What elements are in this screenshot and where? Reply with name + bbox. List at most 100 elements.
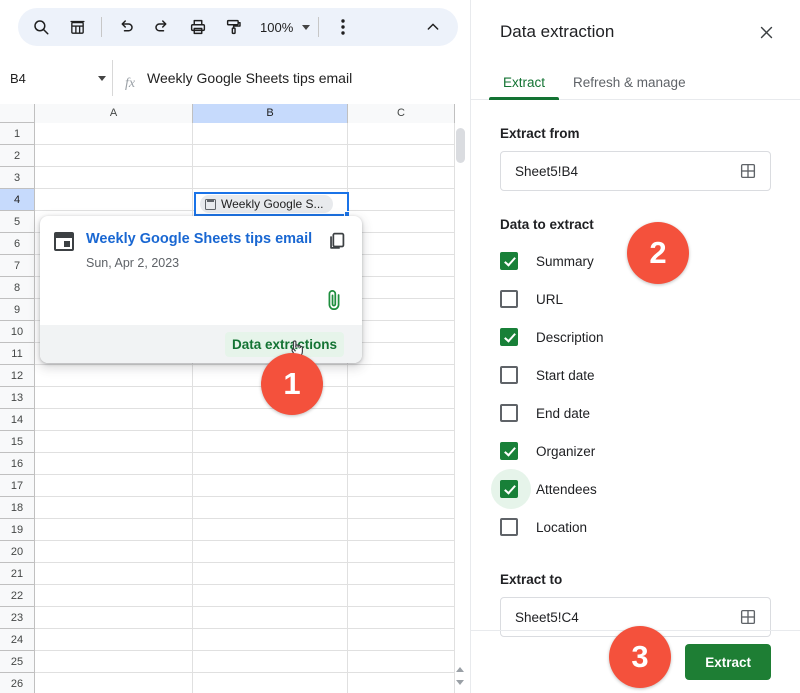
cell-B23[interactable]	[193, 607, 348, 629]
row-header-16[interactable]: 16	[0, 453, 34, 475]
cell-C12[interactable]	[348, 365, 455, 387]
row-header-23[interactable]: 23	[0, 607, 34, 629]
cell-A3[interactable]	[35, 167, 193, 189]
cell-A21[interactable]	[35, 563, 193, 585]
row-header-10[interactable]: 10	[0, 321, 34, 343]
formula-input[interactable]: Weekly Google Sheets tips email	[147, 70, 470, 86]
vertical-scrollbar-thumb[interactable]	[456, 128, 465, 163]
cell-A14[interactable]	[35, 409, 193, 431]
copy-icon[interactable]	[326, 230, 348, 252]
cell-A15[interactable]	[35, 431, 193, 453]
cell-C14[interactable]	[348, 409, 455, 431]
cell-C24[interactable]	[348, 629, 455, 651]
cell-C10[interactable]	[348, 321, 455, 343]
column-header-b[interactable]: B	[193, 104, 348, 123]
checkbox-summary[interactable]	[500, 252, 518, 270]
vertical-scrollbar-track[interactable]	[454, 124, 466, 664]
row-header-11[interactable]: 11	[0, 343, 34, 365]
cell-A2[interactable]	[35, 145, 193, 167]
row-header-14[interactable]: 14	[0, 409, 34, 431]
cell-C22[interactable]	[348, 585, 455, 607]
cell-B14[interactable]	[193, 409, 348, 431]
row-header-20[interactable]: 20	[0, 541, 34, 563]
selected-cell-b4[interactable]: Weekly Google S...	[194, 192, 349, 216]
select-range-icon[interactable]	[736, 159, 760, 183]
cell-B15[interactable]	[193, 431, 348, 453]
extract-button[interactable]: Extract	[685, 644, 771, 680]
row-header-9[interactable]: 9	[0, 299, 34, 321]
print-icon[interactable]	[183, 12, 213, 42]
cell-A18[interactable]	[35, 497, 193, 519]
checkbox-row-attendees[interactable]: Attendees	[491, 469, 771, 509]
checkbox-row-end-date[interactable]: End date	[500, 394, 771, 432]
cell-B21[interactable]	[193, 563, 348, 585]
cell-B16[interactable]	[193, 453, 348, 475]
select-range-icon[interactable]	[736, 605, 760, 629]
cell-B19[interactable]	[193, 519, 348, 541]
row-header-6[interactable]: 6	[0, 233, 34, 255]
cell-A1[interactable]	[35, 123, 193, 145]
cell-A12[interactable]	[35, 365, 193, 387]
cell-C9[interactable]	[348, 299, 455, 321]
row-header-5[interactable]: 5	[0, 211, 34, 233]
cell-C17[interactable]	[348, 475, 455, 497]
row-header-2[interactable]: 2	[0, 145, 34, 167]
cell-B25[interactable]	[193, 651, 348, 673]
row-header-25[interactable]: 25	[0, 651, 34, 673]
checkbox-row-description[interactable]: Description	[500, 318, 771, 356]
cell-C1[interactable]	[348, 123, 455, 145]
cell-C25[interactable]	[348, 651, 455, 673]
cell-A26[interactable]	[35, 673, 193, 693]
more-options-icon[interactable]	[328, 12, 358, 42]
column-header-c[interactable]: C	[348, 104, 455, 123]
paint-format-icon[interactable]	[219, 12, 249, 42]
zoom-control[interactable]: 100%	[252, 13, 312, 41]
cell-C21[interactable]	[348, 563, 455, 585]
cell-A19[interactable]	[35, 519, 193, 541]
paperclip-icon[interactable]	[323, 287, 345, 313]
checkbox-start-date[interactable]	[500, 366, 518, 384]
checkbox-attendees[interactable]	[500, 480, 518, 498]
cell-B1[interactable]	[193, 123, 348, 145]
row-header-18[interactable]: 18	[0, 497, 34, 519]
cell-B24[interactable]	[193, 629, 348, 651]
scroll-up-icon[interactable]	[453, 663, 467, 676]
cell-C20[interactable]	[348, 541, 455, 563]
checkbox-description[interactable]	[500, 328, 518, 346]
checkbox-row-organizer[interactable]: Organizer	[500, 432, 771, 470]
cell-B3[interactable]	[193, 167, 348, 189]
row-header-21[interactable]: 21	[0, 563, 34, 585]
collapse-menus-icon[interactable]	[418, 12, 448, 42]
cell-A16[interactable]	[35, 453, 193, 475]
row-header-4[interactable]: 4	[0, 189, 34, 211]
cell-A20[interactable]	[35, 541, 193, 563]
cell-C26[interactable]	[348, 673, 455, 693]
cell-C2[interactable]	[348, 145, 455, 167]
cell-C23[interactable]	[348, 607, 455, 629]
cell-C11[interactable]	[348, 343, 455, 365]
checkbox-organizer[interactable]	[500, 442, 518, 460]
checkbox-row-url[interactable]: URL	[500, 280, 771, 318]
cell-C7[interactable]	[348, 255, 455, 277]
cell-B17[interactable]	[193, 475, 348, 497]
cell-A17[interactable]	[35, 475, 193, 497]
cell-A13[interactable]	[35, 387, 193, 409]
tab-extract[interactable]: Extract	[489, 64, 560, 100]
checkbox-row-location[interactable]: Location	[500, 508, 771, 546]
select-all-corner[interactable]	[0, 104, 35, 123]
checkbox-row-start-date[interactable]: Start date	[500, 356, 771, 394]
cell-C4[interactable]	[348, 189, 455, 211]
cell-C13[interactable]	[348, 387, 455, 409]
tab-refresh-manage[interactable]: Refresh & manage	[559, 64, 700, 99]
row-header-8[interactable]: 8	[0, 277, 34, 299]
cell-C8[interactable]	[348, 277, 455, 299]
row-header-7[interactable]: 7	[0, 255, 34, 277]
redo-icon[interactable]	[147, 12, 177, 42]
name-box[interactable]: B4	[10, 71, 106, 86]
checkbox-url[interactable]	[500, 290, 518, 308]
row-header-13[interactable]: 13	[0, 387, 34, 409]
row-header-24[interactable]: 24	[0, 629, 34, 651]
row-header-1[interactable]: 1	[0, 123, 34, 145]
row-header-12[interactable]: 12	[0, 365, 34, 387]
cell-B22[interactable]	[193, 585, 348, 607]
